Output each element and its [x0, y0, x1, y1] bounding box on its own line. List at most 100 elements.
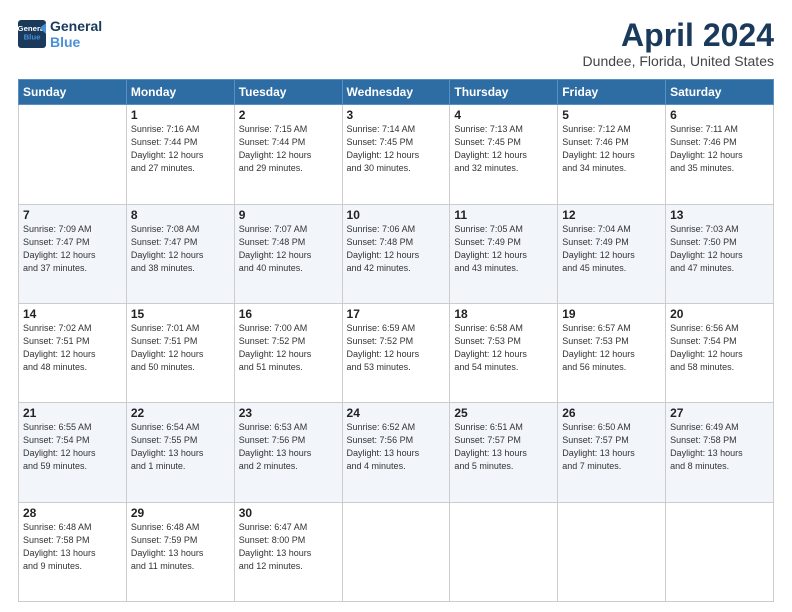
- day-info: Sunrise: 6:55 AM Sunset: 7:54 PM Dayligh…: [23, 421, 122, 473]
- day-info: Sunrise: 6:53 AM Sunset: 7:56 PM Dayligh…: [239, 421, 338, 473]
- svg-text:Blue: Blue: [24, 32, 42, 41]
- day-info: Sunrise: 7:06 AM Sunset: 7:48 PM Dayligh…: [347, 223, 446, 275]
- day-number: 23: [239, 406, 338, 420]
- day-info: Sunrise: 6:50 AM Sunset: 7:57 PM Dayligh…: [562, 421, 661, 473]
- col-sunday: Sunday: [19, 80, 127, 105]
- day-info: Sunrise: 7:13 AM Sunset: 7:45 PM Dayligh…: [454, 123, 553, 175]
- day-number: 28: [23, 506, 122, 520]
- day-number: 29: [131, 506, 230, 520]
- day-number: 14: [23, 307, 122, 321]
- table-row: 22Sunrise: 6:54 AM Sunset: 7:55 PM Dayli…: [126, 403, 234, 502]
- table-row: 7Sunrise: 7:09 AM Sunset: 7:47 PM Daylig…: [19, 204, 127, 303]
- day-info: Sunrise: 7:15 AM Sunset: 7:44 PM Dayligh…: [239, 123, 338, 175]
- logo-line2: Blue: [50, 34, 102, 50]
- day-info: Sunrise: 6:57 AM Sunset: 7:53 PM Dayligh…: [562, 322, 661, 374]
- table-row: 19Sunrise: 6:57 AM Sunset: 7:53 PM Dayli…: [558, 303, 666, 402]
- table-row: 27Sunrise: 6:49 AM Sunset: 7:58 PM Dayli…: [666, 403, 774, 502]
- day-info: Sunrise: 7:02 AM Sunset: 7:51 PM Dayligh…: [23, 322, 122, 374]
- day-number: 1: [131, 108, 230, 122]
- col-saturday: Saturday: [666, 80, 774, 105]
- table-row: 23Sunrise: 6:53 AM Sunset: 7:56 PM Dayli…: [234, 403, 342, 502]
- day-info: Sunrise: 6:48 AM Sunset: 7:58 PM Dayligh…: [23, 521, 122, 573]
- day-info: Sunrise: 6:59 AM Sunset: 7:52 PM Dayligh…: [347, 322, 446, 374]
- day-info: Sunrise: 7:01 AM Sunset: 7:51 PM Dayligh…: [131, 322, 230, 374]
- table-row: 4Sunrise: 7:13 AM Sunset: 7:45 PM Daylig…: [450, 105, 558, 204]
- day-number: 17: [347, 307, 446, 321]
- day-number: 21: [23, 406, 122, 420]
- day-info: Sunrise: 6:58 AM Sunset: 7:53 PM Dayligh…: [454, 322, 553, 374]
- day-number: 11: [454, 208, 553, 222]
- day-number: 4: [454, 108, 553, 122]
- table-row: 18Sunrise: 6:58 AM Sunset: 7:53 PM Dayli…: [450, 303, 558, 402]
- table-row: 17Sunrise: 6:59 AM Sunset: 7:52 PM Dayli…: [342, 303, 450, 402]
- day-number: 7: [23, 208, 122, 222]
- calendar-week-row: 7Sunrise: 7:09 AM Sunset: 7:47 PM Daylig…: [19, 204, 774, 303]
- day-number: 3: [347, 108, 446, 122]
- calendar-subtitle: Dundee, Florida, United States: [583, 53, 774, 69]
- day-number: 2: [239, 108, 338, 122]
- day-info: Sunrise: 7:11 AM Sunset: 7:46 PM Dayligh…: [670, 123, 769, 175]
- day-number: 26: [562, 406, 661, 420]
- table-row: 2Sunrise: 7:15 AM Sunset: 7:44 PM Daylig…: [234, 105, 342, 204]
- table-row: 13Sunrise: 7:03 AM Sunset: 7:50 PM Dayli…: [666, 204, 774, 303]
- table-row: 28Sunrise: 6:48 AM Sunset: 7:58 PM Dayli…: [19, 502, 127, 601]
- table-row: 21Sunrise: 6:55 AM Sunset: 7:54 PM Dayli…: [19, 403, 127, 502]
- calendar-week-row: 14Sunrise: 7:02 AM Sunset: 7:51 PM Dayli…: [19, 303, 774, 402]
- col-monday: Monday: [126, 80, 234, 105]
- table-row: 15Sunrise: 7:01 AM Sunset: 7:51 PM Dayli…: [126, 303, 234, 402]
- day-info: Sunrise: 7:14 AM Sunset: 7:45 PM Dayligh…: [347, 123, 446, 175]
- day-number: 30: [239, 506, 338, 520]
- table-row: 9Sunrise: 7:07 AM Sunset: 7:48 PM Daylig…: [234, 204, 342, 303]
- day-info: Sunrise: 7:05 AM Sunset: 7:49 PM Dayligh…: [454, 223, 553, 275]
- table-row: 5Sunrise: 7:12 AM Sunset: 7:46 PM Daylig…: [558, 105, 666, 204]
- day-number: 22: [131, 406, 230, 420]
- table-row: 29Sunrise: 6:48 AM Sunset: 7:59 PM Dayli…: [126, 502, 234, 601]
- day-info: Sunrise: 7:07 AM Sunset: 7:48 PM Dayligh…: [239, 223, 338, 275]
- table-row: 24Sunrise: 6:52 AM Sunset: 7:56 PM Dayli…: [342, 403, 450, 502]
- table-row: 6Sunrise: 7:11 AM Sunset: 7:46 PM Daylig…: [666, 105, 774, 204]
- day-number: 16: [239, 307, 338, 321]
- day-number: 15: [131, 307, 230, 321]
- calendar-table: Sunday Monday Tuesday Wednesday Thursday…: [18, 79, 774, 602]
- table-row: [666, 502, 774, 601]
- table-row: [558, 502, 666, 601]
- day-info: Sunrise: 6:48 AM Sunset: 7:59 PM Dayligh…: [131, 521, 230, 573]
- day-info: Sunrise: 6:54 AM Sunset: 7:55 PM Dayligh…: [131, 421, 230, 473]
- day-number: 24: [347, 406, 446, 420]
- day-number: 5: [562, 108, 661, 122]
- table-row: [450, 502, 558, 601]
- day-info: Sunrise: 6:52 AM Sunset: 7:56 PM Dayligh…: [347, 421, 446, 473]
- day-number: 27: [670, 406, 769, 420]
- table-row: [19, 105, 127, 204]
- day-info: Sunrise: 7:09 AM Sunset: 7:47 PM Dayligh…: [23, 223, 122, 275]
- table-row: 3Sunrise: 7:14 AM Sunset: 7:45 PM Daylig…: [342, 105, 450, 204]
- col-wednesday: Wednesday: [342, 80, 450, 105]
- header: General Blue General Blue April 2024 Dun…: [18, 18, 774, 69]
- day-number: 8: [131, 208, 230, 222]
- calendar-week-row: 28Sunrise: 6:48 AM Sunset: 7:58 PM Dayli…: [19, 502, 774, 601]
- day-number: 12: [562, 208, 661, 222]
- day-info: Sunrise: 7:03 AM Sunset: 7:50 PM Dayligh…: [670, 223, 769, 275]
- col-friday: Friday: [558, 80, 666, 105]
- day-number: 13: [670, 208, 769, 222]
- day-info: Sunrise: 6:47 AM Sunset: 8:00 PM Dayligh…: [239, 521, 338, 573]
- col-thursday: Thursday: [450, 80, 558, 105]
- calendar-header-row: Sunday Monday Tuesday Wednesday Thursday…: [19, 80, 774, 105]
- col-tuesday: Tuesday: [234, 80, 342, 105]
- day-info: Sunrise: 7:04 AM Sunset: 7:49 PM Dayligh…: [562, 223, 661, 275]
- table-row: 14Sunrise: 7:02 AM Sunset: 7:51 PM Dayli…: [19, 303, 127, 402]
- day-info: Sunrise: 6:56 AM Sunset: 7:54 PM Dayligh…: [670, 322, 769, 374]
- table-row: 8Sunrise: 7:08 AM Sunset: 7:47 PM Daylig…: [126, 204, 234, 303]
- table-row: 1Sunrise: 7:16 AM Sunset: 7:44 PM Daylig…: [126, 105, 234, 204]
- table-row: 16Sunrise: 7:00 AM Sunset: 7:52 PM Dayli…: [234, 303, 342, 402]
- day-number: 19: [562, 307, 661, 321]
- table-row: 12Sunrise: 7:04 AM Sunset: 7:49 PM Dayli…: [558, 204, 666, 303]
- table-row: 26Sunrise: 6:50 AM Sunset: 7:57 PM Dayli…: [558, 403, 666, 502]
- calendar-title: April 2024: [583, 18, 774, 53]
- day-number: 10: [347, 208, 446, 222]
- logo-line1: General: [50, 18, 102, 34]
- table-row: 20Sunrise: 6:56 AM Sunset: 7:54 PM Dayli…: [666, 303, 774, 402]
- day-info: Sunrise: 7:12 AM Sunset: 7:46 PM Dayligh…: [562, 123, 661, 175]
- day-info: Sunrise: 6:49 AM Sunset: 7:58 PM Dayligh…: [670, 421, 769, 473]
- table-row: 10Sunrise: 7:06 AM Sunset: 7:48 PM Dayli…: [342, 204, 450, 303]
